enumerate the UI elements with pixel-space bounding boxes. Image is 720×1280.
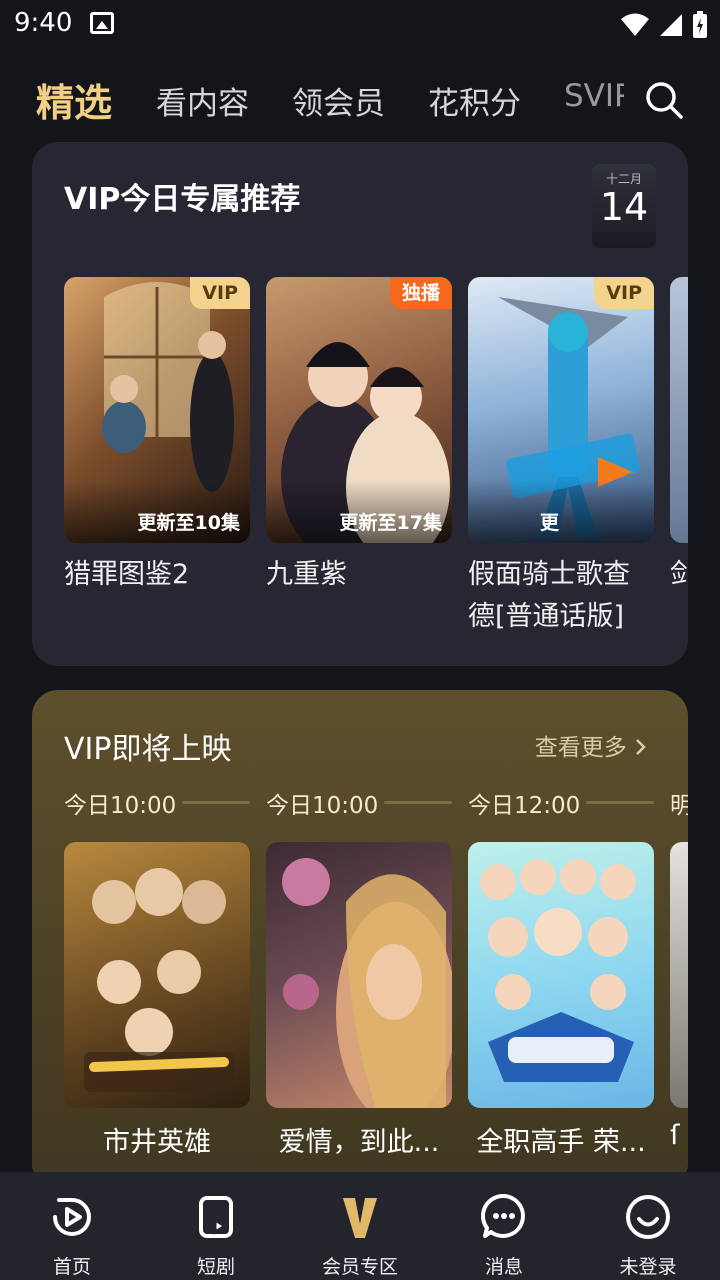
short-drama-icon	[199, 1196, 233, 1238]
section-title: VIP即将上映	[64, 732, 232, 767]
status-bar: 9:40	[0, 0, 720, 50]
nav-label: 未登录	[619, 1256, 677, 1278]
date-widget: 十二月 14	[592, 164, 656, 248]
tab-get-membership[interactable]: 领会员	[292, 78, 385, 123]
tab-content[interactable]: 看内容	[156, 78, 249, 123]
nav-label: 短剧	[196, 1256, 235, 1278]
update-status: 更	[468, 480, 654, 543]
poster-title[interactable]: 市井英雄	[64, 1120, 250, 1159]
vip-recommend-card: VIP今日专属推荐 十二月 14 VIP 更新至10集 猎罪图鉴2 独播 更新至	[32, 142, 688, 666]
vip-v-icon	[343, 1198, 377, 1238]
vip-upcoming-card: VIP即将上映 查看更多 今日10:00 今日10:00 今日12:00 明 市…	[32, 690, 688, 1190]
profile-icon	[626, 1195, 670, 1239]
poster-artwork	[480, 859, 636, 1082]
poster-card[interactable]	[266, 842, 452, 1108]
battery-icon	[693, 11, 707, 38]
tab-spend-points[interactable]: 花积分	[428, 78, 521, 123]
nav-label: 首页	[52, 1256, 91, 1278]
status-time: 9:40	[14, 8, 73, 38]
exclusive-badge: 独播	[389, 277, 452, 309]
poster-title[interactable]: 剑	[670, 554, 688, 596]
poster-artwork	[282, 858, 452, 1108]
release-time: 今日10:00	[64, 793, 177, 819]
release-time: 今日10:00	[266, 793, 379, 819]
poster-title[interactable]: 爱情，到此...	[266, 1120, 452, 1159]
poster-artwork	[84, 868, 234, 1092]
poster-title[interactable]: 猎罪图鉴2	[64, 554, 250, 596]
timeline-divider	[384, 801, 452, 804]
update-status: 更新至17集	[266, 480, 452, 543]
tab-featured[interactable]: 精选	[36, 72, 112, 127]
release-time: 明	[670, 793, 688, 819]
section-title: VIP今日专属推荐	[64, 182, 301, 217]
see-more-link[interactable]: 查看更多	[535, 728, 648, 762]
poster-card[interactable]	[670, 842, 688, 1108]
top-nav: 精选 看内容 领会员 花积分 SVIP	[0, 60, 720, 140]
poster-title[interactable]: 假面骑士歌查德[普通话版]	[468, 554, 654, 638]
message-icon	[481, 1193, 525, 1238]
nav-short-drama[interactable]: 短剧	[144, 1172, 288, 1280]
poster-card[interactable]: VIP 更	[468, 277, 654, 543]
poster-card[interactable]	[468, 842, 654, 1108]
poster-card[interactable]	[670, 277, 688, 543]
image-notification-icon	[90, 12, 114, 34]
nav-profile[interactable]: 未登录	[576, 1172, 720, 1280]
poster-title[interactable]: ſ	[670, 1120, 688, 1151]
timeline-divider	[182, 801, 250, 804]
vip-badge: VIP	[190, 277, 250, 309]
nav-vip-zone[interactable]: 会员专区	[288, 1172, 432, 1280]
poster-card[interactable]: VIP 更新至10集	[64, 277, 250, 543]
play-icon	[53, 1198, 91, 1236]
nav-home[interactable]: 首页	[0, 1172, 144, 1280]
signal-icon	[660, 14, 682, 36]
chevron-right-icon	[636, 739, 646, 755]
bottom-nav: 首页 短剧 会员专区 消息 未登录	[0, 1172, 720, 1280]
nav-label: 消息	[484, 1256, 523, 1278]
update-status: 更新至10集	[64, 480, 250, 543]
release-time: 今日12:00	[468, 793, 581, 819]
search-icon[interactable]	[644, 80, 684, 120]
poster-title[interactable]: 九重紫	[266, 554, 452, 596]
poster-card[interactable]	[64, 842, 250, 1108]
see-more-label: 查看更多	[534, 735, 627, 761]
tab-svip[interactable]: SVIP	[564, 78, 624, 114]
date-day: 14	[599, 185, 649, 229]
poster-title[interactable]: 全职高手 荣...	[468, 1120, 654, 1159]
poster-card[interactable]: 独播 更新至17集	[266, 277, 452, 543]
nav-label: 会员专区	[321, 1256, 398, 1278]
wifi-icon	[621, 13, 649, 36]
timeline-divider	[586, 801, 654, 804]
nav-messages[interactable]: 消息	[432, 1172, 576, 1280]
vip-badge: VIP	[594, 277, 654, 309]
